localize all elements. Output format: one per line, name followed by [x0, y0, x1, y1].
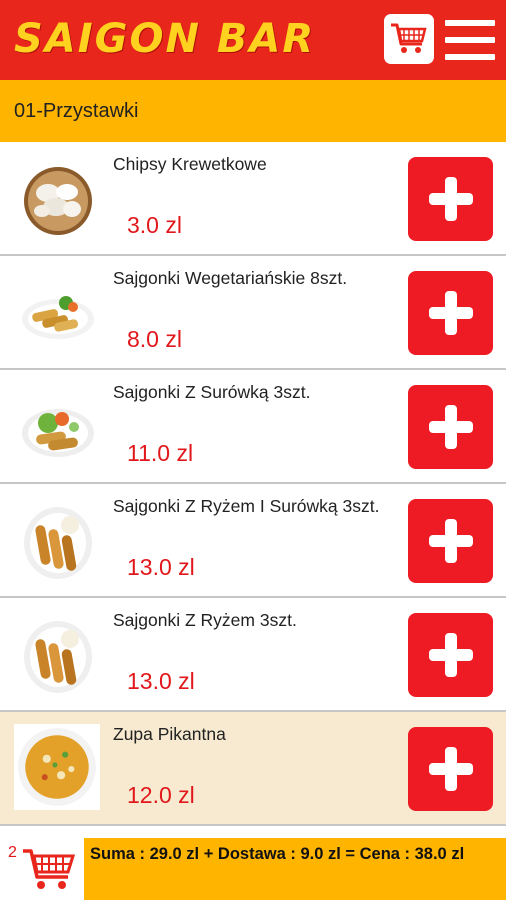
- menu-item-list: Chipsy Krewetkowe 3.0 zl Sajgonki Wegeta…: [0, 142, 506, 826]
- item-price: 8.0 zl: [127, 326, 182, 352]
- spring-rolls-salad-photo: [22, 409, 94, 457]
- list-item: Sajgonki Z Surówką 3szt. 11.0 zl: [0, 370, 506, 484]
- app-title: SAIGON BAR: [14, 16, 316, 62]
- item-price: 11.0 zl: [127, 440, 194, 466]
- add-to-cart-button[interactable]: [408, 499, 493, 583]
- shopping-cart-icon: [391, 23, 427, 53]
- hamburger-menu-icon[interactable]: [445, 17, 495, 63]
- shrimp-chips-photo: [24, 167, 92, 235]
- item-name: Chipsy Krewetkowe: [113, 154, 267, 174]
- item-price: 13.0 zl: [127, 554, 195, 580]
- list-item: Sajgonki Z Ryżem I Surówką 3szt. 13.0 zl: [0, 484, 506, 598]
- app-header: SAIGON BAR: [0, 0, 506, 80]
- item-name: Sajgonki Z Ryżem 3szt.: [113, 610, 297, 630]
- add-to-cart-button[interactable]: [408, 157, 493, 241]
- menu-line: [445, 54, 495, 60]
- list-item: Zupa Pikantna 12.0 zl: [0, 712, 506, 826]
- item-price: 3.0 zl: [127, 212, 182, 238]
- vegetarian-spring-rolls-photo: [22, 296, 94, 339]
- list-item: Sajgonki Z Ryżem 3szt. 13.0 zl: [0, 598, 506, 712]
- add-to-cart-button[interactable]: [408, 271, 493, 355]
- add-to-cart-button[interactable]: [408, 385, 493, 469]
- spring-rolls-rice-photo: [24, 621, 92, 693]
- add-to-cart-button[interactable]: [408, 727, 493, 811]
- list-item: Sajgonki Wegetariańskie 8szt. 8.0 zl: [0, 256, 506, 370]
- item-name: Sajgonki Z Ryżem I Surówką 3szt.: [113, 496, 380, 516]
- item-price: 13.0 zl: [127, 668, 195, 694]
- plus-icon: [428, 747, 473, 791]
- menu-line: [445, 37, 495, 43]
- category-header[interactable]: 01-Przystawki: [0, 80, 506, 142]
- footer-cart-button[interactable]: 2: [0, 838, 84, 900]
- item-price: 12.0 zl: [127, 782, 195, 808]
- spring-rolls-rice-salad-photo: [24, 507, 92, 579]
- order-summary: Suma : 29.0 zl + Dostawa : 9.0 zl = Cena…: [84, 838, 506, 900]
- item-name: Sajgonki Z Surówką 3szt.: [113, 382, 311, 402]
- shopping-cart-icon: [23, 849, 76, 889]
- cart-button[interactable]: [384, 14, 434, 64]
- plus-icon: [428, 177, 473, 221]
- list-item: Chipsy Krewetkowe 3.0 zl: [0, 142, 506, 256]
- cart-count-badge: 2: [8, 844, 17, 861]
- order-footer: 2 Suma : 29.0 zl + Dostawa : 9.0 zl = Ce…: [0, 838, 506, 900]
- menu-line: [445, 20, 495, 26]
- plus-icon: [428, 291, 473, 335]
- add-to-cart-button[interactable]: [408, 613, 493, 697]
- item-name: Zupa Pikantna: [113, 724, 226, 744]
- spicy-soup-photo: [14, 724, 100, 810]
- plus-icon: [428, 633, 473, 677]
- plus-icon: [428, 519, 473, 563]
- plus-icon: [428, 405, 473, 449]
- item-name: Sajgonki Wegetariańskie 8szt.: [113, 268, 348, 288]
